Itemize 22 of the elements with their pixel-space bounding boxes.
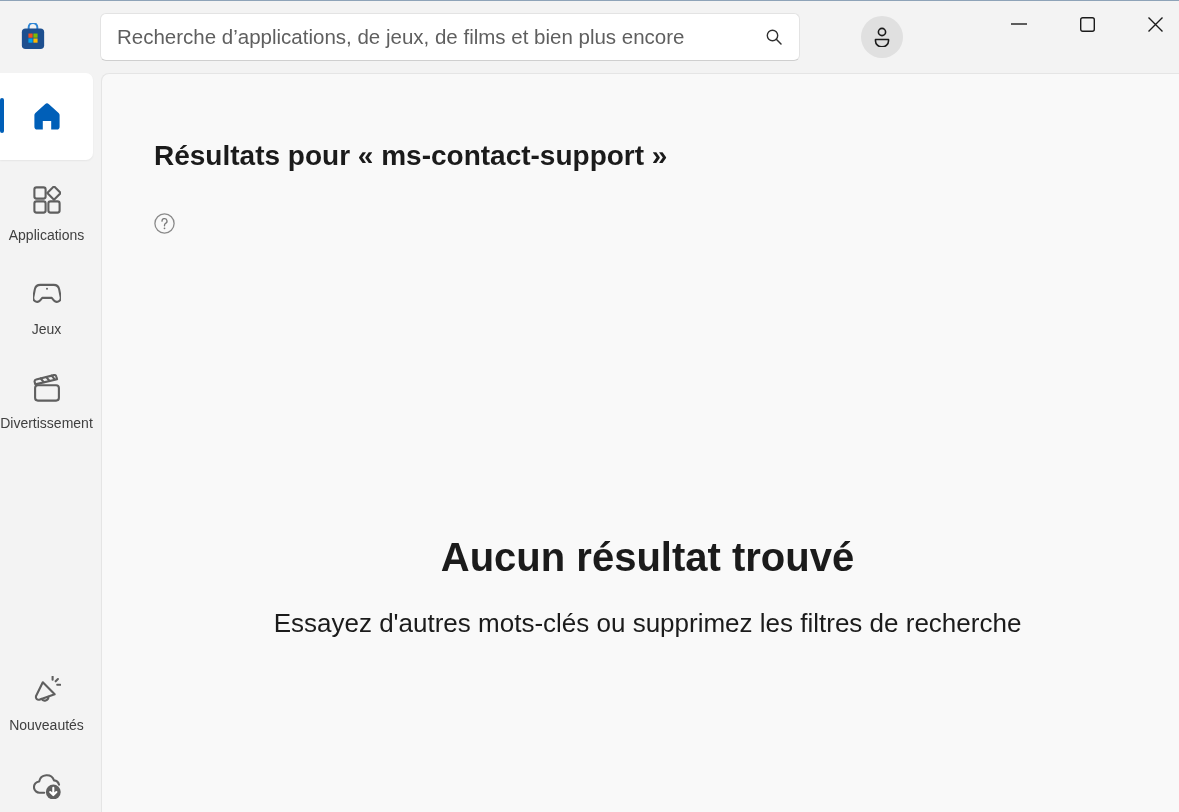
home-icon bbox=[32, 102, 61, 131]
account-button[interactable] bbox=[861, 16, 903, 58]
close-icon bbox=[1147, 16, 1163, 32]
apps-grid-icon bbox=[32, 186, 61, 214]
help-icon[interactable] bbox=[154, 213, 175, 234]
sidebar-nav-item[interactable]: Divertissement bbox=[0, 359, 93, 447]
search-field[interactable]: Recherche d’applications, de jeux, de films et bien plus encore bbox=[100, 12, 800, 61]
empty-state-title: Aucun résultat trouvé bbox=[440, 534, 855, 581]
search-icon[interactable] bbox=[766, 28, 782, 45]
clapperboard-icon bbox=[32, 374, 61, 402]
sidebar-nav-item[interactable]: Applications bbox=[0, 171, 93, 259]
empty-state-message: Essayez d'autres mots-clés ou supprimez les filtres de recherche bbox=[273, 607, 1022, 640]
person-icon bbox=[873, 27, 891, 47]
sidebar-nav-item[interactable]: Jeux bbox=[0, 265, 93, 353]
cloud-download-icon bbox=[32, 771, 61, 799]
sidebar-nav-item[interactable]: Nouveautés bbox=[0, 661, 93, 749]
store-bag-logo-icon bbox=[20, 23, 46, 49]
megaphone-icon bbox=[32, 676, 61, 704]
maximize-icon bbox=[1079, 16, 1095, 32]
sidebar-nav-item[interactable] bbox=[0, 73, 93, 160]
results-heading: Résultats pour « ms-contact-support » bbox=[154, 139, 668, 173]
minimize-icon bbox=[1011, 23, 1027, 25]
